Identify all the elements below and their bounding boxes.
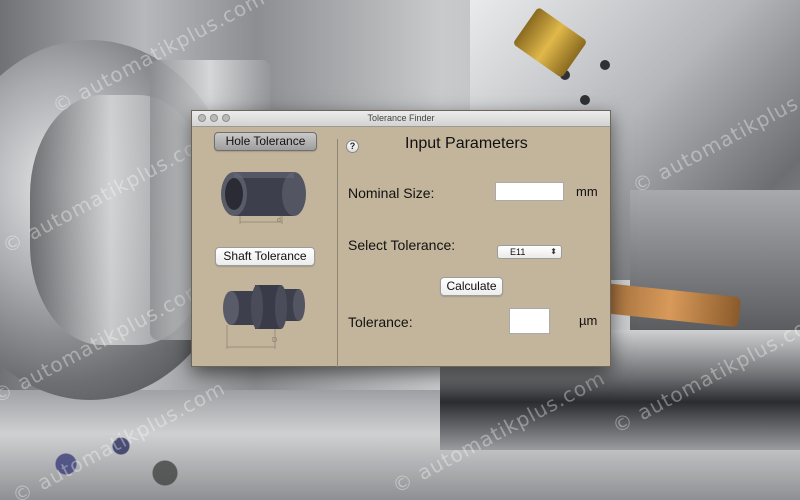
hole-tolerance-button[interactable]: Hole Tolerance (214, 132, 317, 151)
tolerance-unit-label: µm (579, 313, 598, 328)
panel-divider (337, 139, 338, 367)
tolerance-select[interactable]: E11 ⬍ (497, 245, 562, 259)
window-controls (198, 114, 230, 122)
close-window-icon[interactable] (198, 114, 206, 122)
minimize-window-icon[interactable] (210, 114, 218, 122)
page-title: Input Parameters (405, 135, 528, 152)
zoom-window-icon[interactable] (222, 114, 230, 122)
shaft-dimension-label: D (272, 337, 278, 344)
shaft-tolerance-button[interactable]: Shaft Tolerance (215, 247, 315, 266)
hole-part-icon (221, 172, 306, 224)
tolerance-select-value: E11 (510, 247, 526, 257)
window-content: Hole Tolerance d Shaft Tolerance D ? Inp… (192, 127, 610, 367)
nominal-size-input[interactable] (495, 182, 564, 201)
help-button[interactable]: ? (346, 140, 359, 153)
tolerance-label: Tolerance: (348, 314, 413, 330)
nominal-size-label: Nominal Size: (348, 185, 435, 201)
title-bar[interactable]: Tolerance Finder (192, 111, 610, 127)
select-tolerance-label: Select Tolerance: (348, 237, 456, 253)
tolerance-finder-window: Tolerance Finder Hole Tolerance d Shaft … (191, 110, 611, 367)
nominal-unit-label: mm (576, 184, 598, 199)
calculate-button[interactable]: Calculate (440, 277, 503, 296)
shaft-part-icon (223, 285, 305, 349)
window-title: Tolerance Finder (367, 113, 435, 123)
hole-dimension-label: d (277, 217, 281, 224)
tolerance-result-field (509, 308, 550, 334)
select-arrows-icon: ⬍ (550, 247, 557, 256)
